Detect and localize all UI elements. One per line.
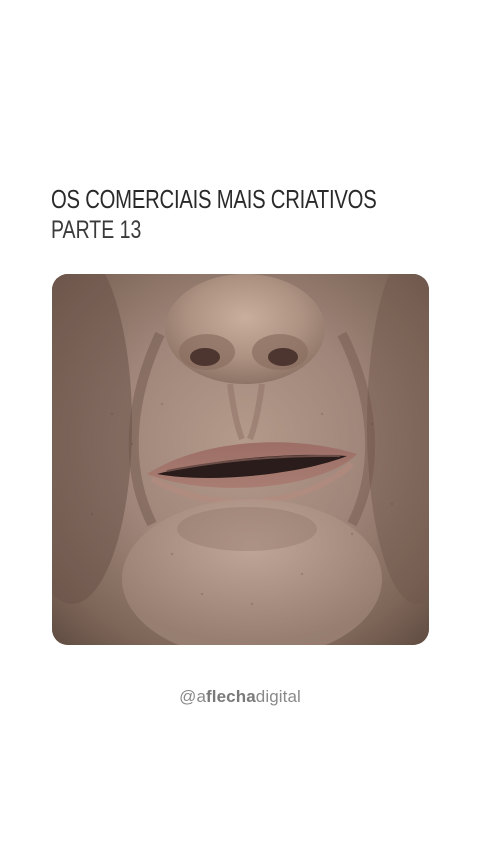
post-title: OS COMERCIAIS MAIS CRIATIVOS <box>51 184 377 214</box>
handle-rest: digital <box>255 687 301 706</box>
handle-at: @a <box>179 687 207 706</box>
face-closeup-image <box>52 274 429 645</box>
post-subtitle: PARTE 13 <box>51 216 142 244</box>
account-handle[interactable]: @aflechadigital <box>0 687 480 707</box>
video-frame[interactable] <box>52 274 429 645</box>
handle-bold: flecha <box>206 687 256 706</box>
